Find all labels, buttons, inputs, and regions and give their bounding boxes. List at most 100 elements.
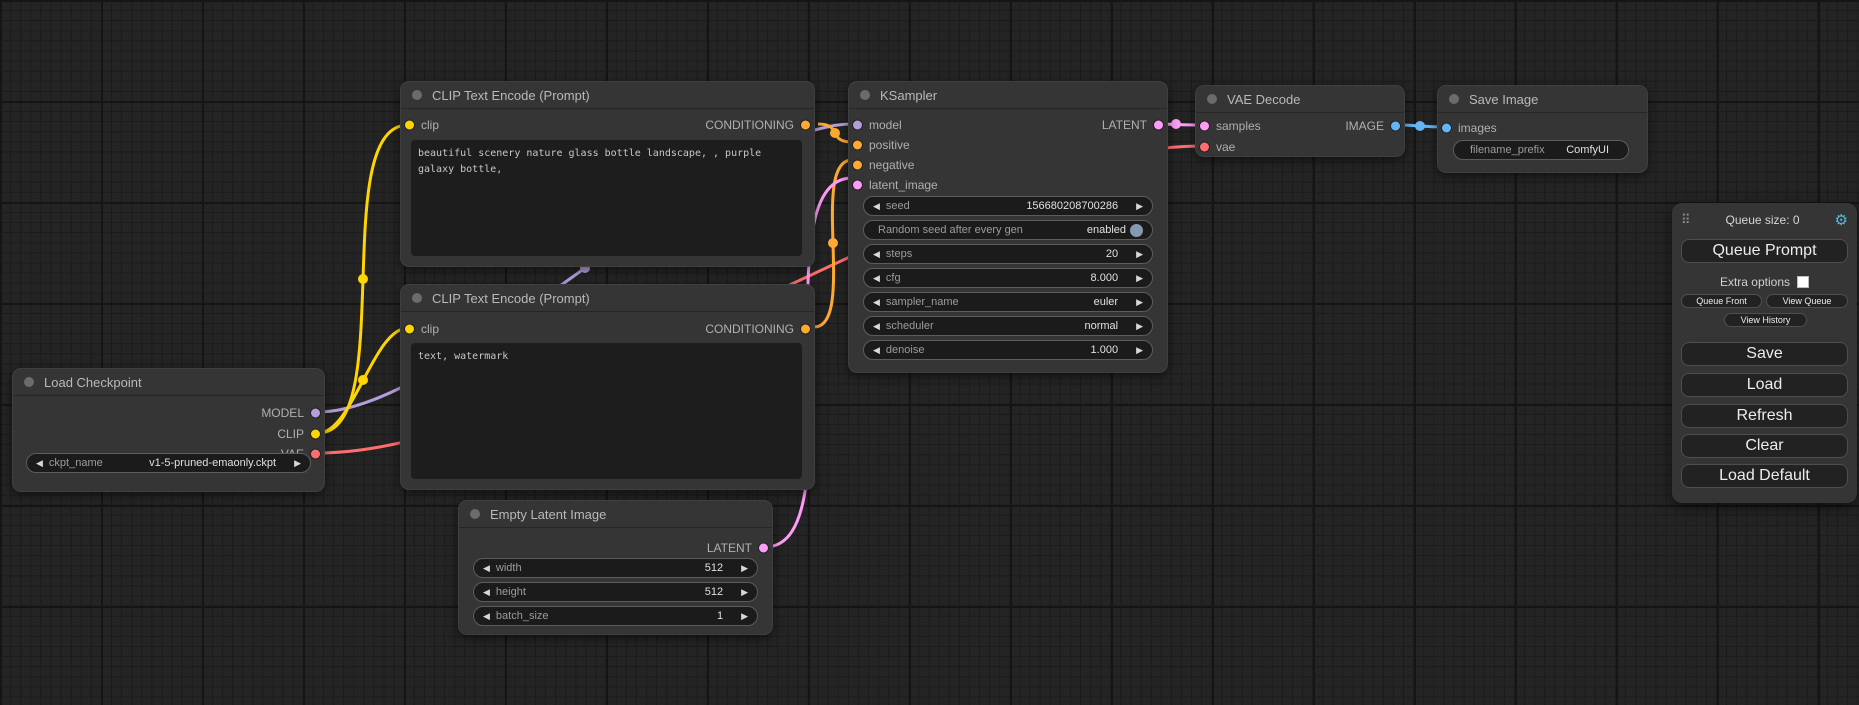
- model-output-dot[interactable]: [311, 409, 320, 418]
- latent-image-input-dot[interactable]: [853, 181, 862, 190]
- drag-handle-icon[interactable]: ⠿: [1681, 212, 1691, 228]
- decrement-arrow-icon[interactable]: ◀: [483, 563, 490, 574]
- collapse-dot-icon[interactable]: [412, 293, 422, 303]
- save-button[interactable]: Save: [1681, 342, 1848, 366]
- increment-arrow-icon[interactable]: ▶: [741, 563, 748, 574]
- node-header[interactable]: KSampler: [849, 82, 1167, 109]
- widget-value: 156680208700286: [1026, 200, 1118, 212]
- cfg-widget[interactable]: ◀ cfg 8.000 ▶: [863, 268, 1153, 288]
- model-input-dot[interactable]: [853, 121, 862, 130]
- link-dot-image: [1415, 121, 1425, 131]
- node-load-checkpoint[interactable]: Load Checkpoint MODEL CLIP VAE ◀ ckpt_na…: [12, 368, 325, 492]
- node-clip-text-encode-negative[interactable]: CLIP Text Encode (Prompt) clip CONDITION…: [400, 284, 815, 490]
- vae-output-dot[interactable]: [311, 450, 320, 459]
- node-ksampler[interactable]: KSampler model LATENT positive negative …: [848, 81, 1168, 373]
- ckpt-name-widget[interactable]: ◀ ckpt_name v1-5-pruned-emaonly.ckpt ▶: [26, 453, 311, 473]
- collapse-dot-icon[interactable]: [860, 90, 870, 100]
- decrement-arrow-icon[interactable]: ◀: [873, 273, 880, 284]
- height-widget[interactable]: ◀ height 512 ▶: [473, 582, 758, 602]
- width-widget[interactable]: ◀ width 512 ▶: [473, 558, 758, 578]
- slot-label: samples: [1216, 119, 1261, 133]
- decrement-arrow-icon[interactable]: ◀: [483, 611, 490, 622]
- collapse-dot-icon[interactable]: [24, 377, 34, 387]
- node-header[interactable]: VAE Decode: [1196, 86, 1404, 113]
- node-header[interactable]: Empty Latent Image: [459, 501, 772, 528]
- node-empty-latent-image[interactable]: Empty Latent Image LATENT ◀ width 512 ▶ …: [458, 500, 773, 635]
- widget-value: ComfyUI: [1566, 144, 1609, 156]
- seed-widget[interactable]: ◀ seed 156680208700286 ▶: [863, 196, 1153, 216]
- negative-prompt-textarea[interactable]: text, watermark: [411, 343, 802, 479]
- slot-row: samples IMAGE: [1196, 116, 1404, 136]
- node-save-image[interactable]: Save Image images filename_prefix ComfyU…: [1437, 85, 1648, 173]
- collapse-dot-icon[interactable]: [1449, 94, 1459, 104]
- load-button[interactable]: Load: [1681, 373, 1848, 397]
- decrement-arrow-icon[interactable]: ◀: [873, 321, 880, 332]
- decrement-arrow-icon[interactable]: ◀: [36, 458, 43, 469]
- vae-input-dot[interactable]: [1200, 143, 1209, 152]
- node-title: CLIP Text Encode (Prompt): [432, 291, 590, 306]
- node-header[interactable]: Load Checkpoint: [13, 369, 324, 396]
- queue-prompt-button[interactable]: Queue Prompt: [1681, 239, 1848, 263]
- positive-prompt-textarea[interactable]: beautiful scenery nature glass bottle la…: [411, 140, 802, 256]
- node-graph-canvas[interactable]: Load Checkpoint MODEL CLIP VAE ◀ ckpt_na…: [0, 0, 1859, 705]
- negative-input-dot[interactable]: [853, 161, 862, 170]
- positive-input-dot[interactable]: [853, 141, 862, 150]
- queue-front-button[interactable]: Queue Front: [1681, 294, 1762, 308]
- conditioning-output-dot[interactable]: [801, 325, 810, 334]
- increment-arrow-icon[interactable]: ▶: [1136, 249, 1143, 260]
- widget-label: seed: [886, 200, 910, 212]
- slot-row: vae: [1196, 137, 1404, 157]
- node-clip-text-encode-positive[interactable]: CLIP Text Encode (Prompt) clip CONDITION…: [400, 81, 815, 267]
- clear-button[interactable]: Clear: [1681, 434, 1848, 458]
- filename-prefix-widget[interactable]: filename_prefix ComfyUI: [1453, 140, 1629, 160]
- node-header[interactable]: Save Image: [1438, 86, 1647, 113]
- output-slot-model: MODEL: [13, 403, 324, 423]
- slot-row: positive: [849, 135, 1167, 155]
- extra-options-checkbox[interactable]: [1797, 276, 1809, 288]
- decrement-arrow-icon[interactable]: ◀: [483, 587, 490, 598]
- decrement-arrow-icon[interactable]: ◀: [873, 201, 880, 212]
- increment-arrow-icon[interactable]: ▶: [741, 611, 748, 622]
- widget-label: filename_prefix: [1470, 144, 1545, 156]
- decrement-arrow-icon[interactable]: ◀: [873, 249, 880, 260]
- view-queue-button[interactable]: View Queue: [1766, 294, 1848, 308]
- denoise-widget[interactable]: ◀ denoise 1.000 ▶: [863, 340, 1153, 360]
- load-default-button[interactable]: Load Default: [1681, 464, 1848, 488]
- latent-output-dot[interactable]: [1154, 121, 1163, 130]
- increment-arrow-icon[interactable]: ▶: [1136, 201, 1143, 212]
- image-output-dot[interactable]: [1391, 122, 1400, 131]
- latent-output-dot[interactable]: [759, 544, 768, 553]
- widget-label: batch_size: [496, 610, 549, 622]
- conditioning-output-dot[interactable]: [801, 121, 810, 130]
- batch-size-widget[interactable]: ◀ batch_size 1 ▶: [473, 606, 758, 626]
- toggle-dot[interactable]: [1130, 224, 1143, 237]
- increment-arrow-icon[interactable]: ▶: [1136, 345, 1143, 356]
- clip-input-dot[interactable]: [405, 325, 414, 334]
- increment-arrow-icon[interactable]: ▶: [1136, 273, 1143, 284]
- decrement-arrow-icon[interactable]: ◀: [873, 345, 880, 356]
- widget-value: 1.000: [1091, 344, 1119, 356]
- increment-arrow-icon[interactable]: ▶: [1136, 297, 1143, 308]
- random-seed-widget[interactable]: Random seed after every gen enabled: [863, 220, 1153, 240]
- collapse-dot-icon[interactable]: [1207, 94, 1217, 104]
- increment-arrow-icon[interactable]: ▶: [741, 587, 748, 598]
- samples-input-dot[interactable]: [1200, 122, 1209, 131]
- decrement-arrow-icon[interactable]: ◀: [873, 297, 880, 308]
- node-vae-decode[interactable]: VAE Decode samples IMAGE vae: [1195, 85, 1405, 157]
- scheduler-widget[interactable]: ◀ scheduler normal ▶: [863, 316, 1153, 336]
- increment-arrow-icon[interactable]: ▶: [294, 458, 301, 469]
- increment-arrow-icon[interactable]: ▶: [1136, 321, 1143, 332]
- refresh-button[interactable]: Refresh: [1681, 404, 1848, 428]
- view-history-button[interactable]: View History: [1724, 313, 1807, 327]
- clip-input-dot[interactable]: [405, 121, 414, 130]
- slot-label: CLIP: [277, 427, 304, 441]
- images-input-dot[interactable]: [1442, 124, 1451, 133]
- collapse-dot-icon[interactable]: [470, 509, 480, 519]
- node-header[interactable]: CLIP Text Encode (Prompt): [401, 82, 814, 109]
- node-header[interactable]: CLIP Text Encode (Prompt): [401, 285, 814, 312]
- steps-widget[interactable]: ◀ steps 20 ▶: [863, 244, 1153, 264]
- sampler-name-widget[interactable]: ◀ sampler_name euler ▶: [863, 292, 1153, 312]
- collapse-dot-icon[interactable]: [412, 90, 422, 100]
- settings-gear-icon[interactable]: ⚙: [1835, 211, 1848, 229]
- clip-output-dot[interactable]: [311, 430, 320, 439]
